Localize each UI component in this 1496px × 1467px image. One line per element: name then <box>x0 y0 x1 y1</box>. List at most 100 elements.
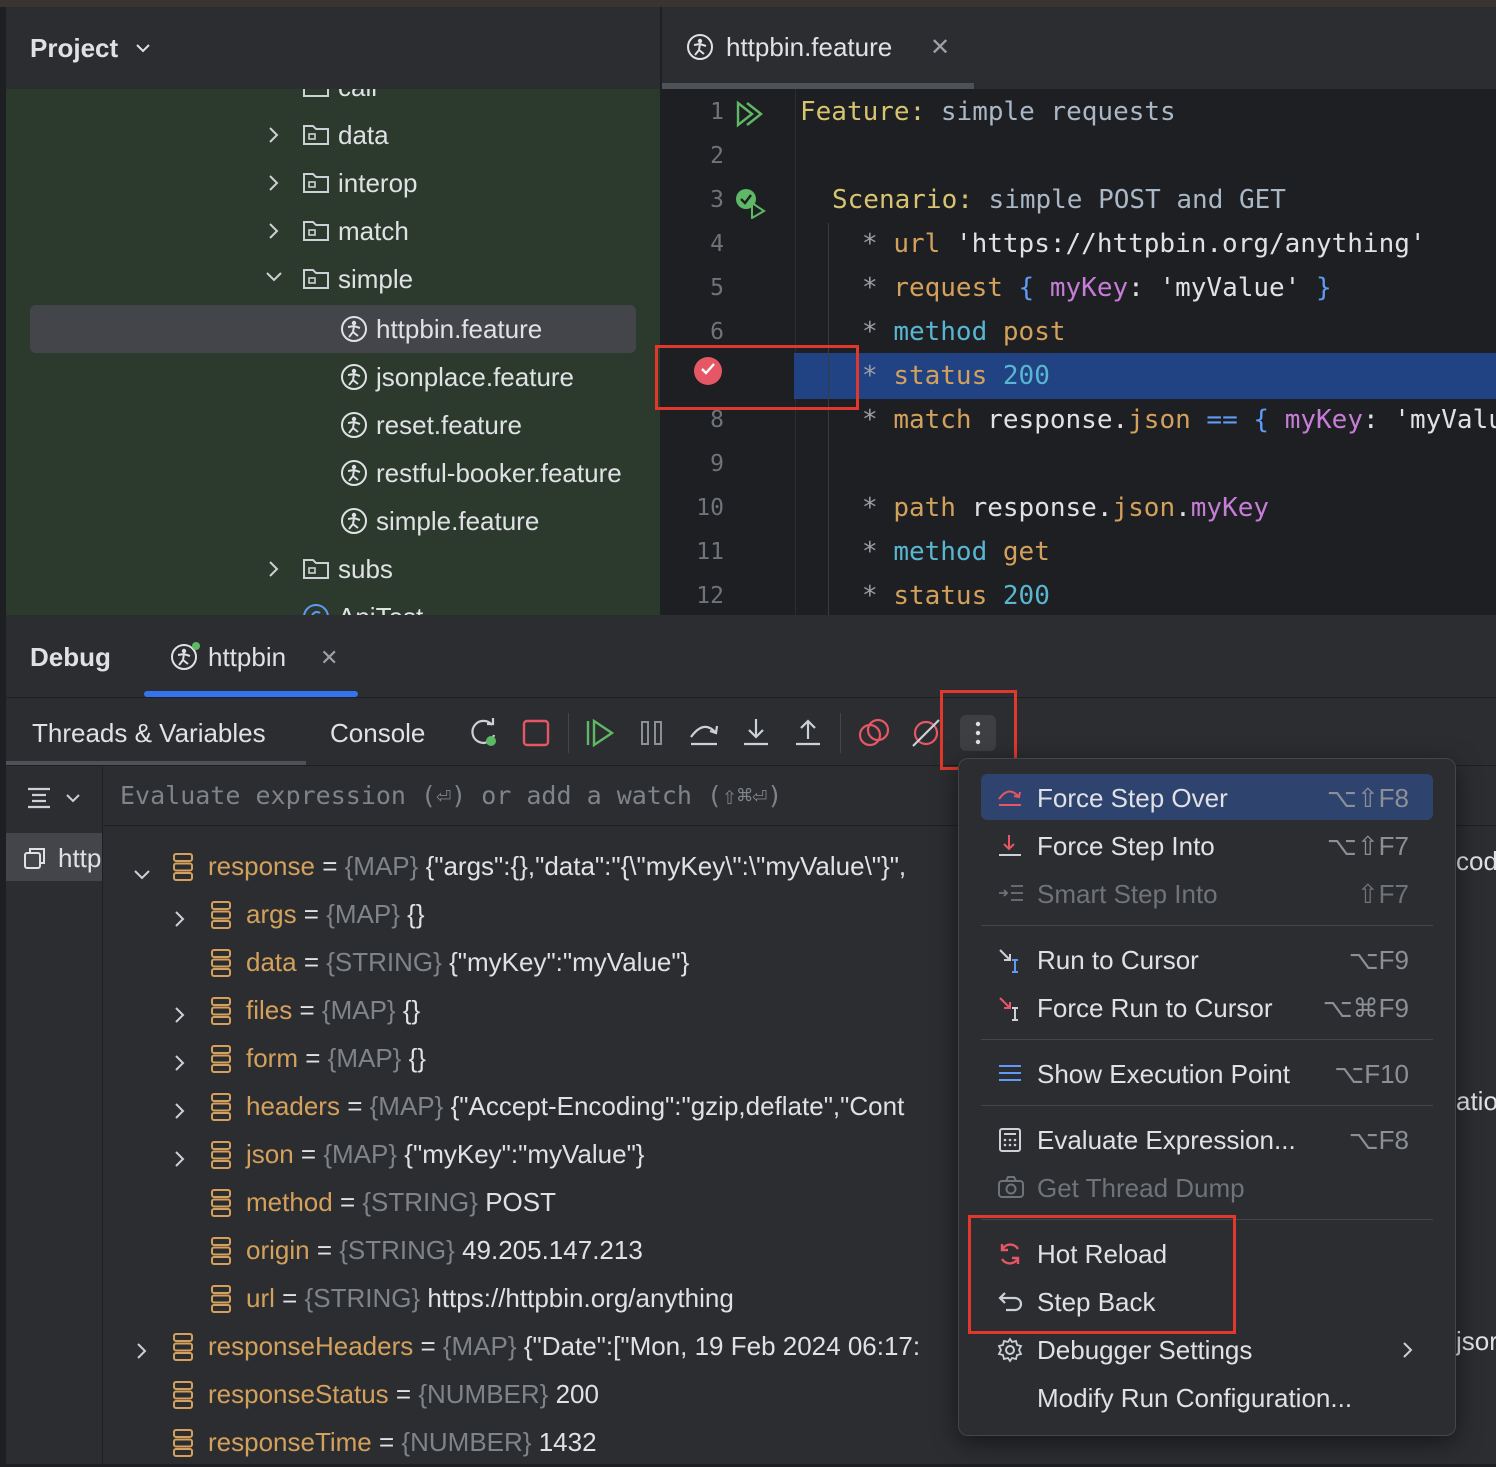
variable-row-files[interactable]: files = {MAP} {} <box>6 987 958 1035</box>
variable-row-headers[interactable]: headers = {MAP} {"Accept-Encoding":"gzip… <box>6 1083 958 1131</box>
menu-item-force-run-to-cursor[interactable]: Force Run to Cursor ⌥⌘F9 <box>981 984 1433 1030</box>
tree-item-httpbin-feature[interactable]: httpbin.feature <box>6 305 660 353</box>
debug-session-tab[interactable]: httpbin <box>208 642 286 673</box>
chevron-right-icon[interactable] <box>172 905 188 936</box>
variable-row-origin[interactable]: origin = {STRING} 49.205.147.213 <box>6 1227 958 1275</box>
operator: == <box>1206 405 1238 435</box>
menu-item-force-step-into[interactable]: Force Step Into ⌥⇧F7 <box>981 822 1433 868</box>
tree-item-subs[interactable]: subs <box>6 545 660 593</box>
identifier: response <box>987 405 1113 435</box>
editor: httpbin.feature ✕ 1 2 3 4 5 6 8 9 10 11 … <box>662 7 1496 615</box>
run-scenario-passed-icon[interactable] <box>734 187 768 219</box>
variable-name: json <box>246 1139 294 1169</box>
editor-tab-httpbin-feature[interactable]: httpbin.feature ✕ <box>662 7 974 89</box>
variable-name: args <box>246 899 297 929</box>
chevron-right-icon[interactable] <box>266 559 282 584</box>
variable-row-responseStatus[interactable]: responseStatus = {NUMBER} 200 <box>6 1371 958 1419</box>
tree-item-jsonplace-feature[interactable]: jsonplace.feature <box>6 353 660 401</box>
close-icon[interactable]: ✕ <box>320 645 338 671</box>
tree-item-simple[interactable]: simple <box>6 255 660 303</box>
menu-item-smart-step-into[interactable]: Smart Step Into ⇧F7 <box>981 870 1433 916</box>
tab-threads-variables[interactable]: Threads & Variables <box>32 718 266 749</box>
menu-item-run-to-cursor[interactable]: Run to Cursor ⌥F9 <box>981 936 1433 982</box>
tree-item-simple-feature[interactable]: simple.feature <box>6 497 660 545</box>
code-line-6[interactable]: * method post <box>862 310 1496 354</box>
editor-tab-label: httpbin.feature <box>726 32 893 62</box>
close-icon[interactable]: ✕ <box>930 33 950 62</box>
mute-breakpoints-icon[interactable] <box>908 715 944 751</box>
variable-value: 200 <box>555 1379 599 1409</box>
code-line-1[interactable]: Feature: simple requests <box>800 90 1496 134</box>
tree-item-label: ApiTest <box>338 602 423 615</box>
tree-item-label: data <box>338 120 389 150</box>
tab-console[interactable]: Console <box>330 718 425 749</box>
step-over-icon[interactable] <box>686 715 722 751</box>
view-breakpoints-icon[interactable] <box>856 715 892 751</box>
step-out-icon[interactable] <box>790 715 826 751</box>
chevron-right-icon[interactable] <box>172 1001 188 1032</box>
rerun-debug-icon[interactable] <box>466 715 502 751</box>
code-line-7[interactable]: * status 200 <box>862 354 1496 398</box>
colon: : <box>1128 273 1144 303</box>
variable-name: headers <box>246 1091 340 1121</box>
variable-row-data[interactable]: data = {STRING} {"myKey":"myValue"} <box>6 939 958 987</box>
property: json <box>1112 493 1176 523</box>
chevron-down-icon[interactable] <box>64 791 82 807</box>
chevron-right-icon[interactable] <box>266 221 282 246</box>
karate-feature-icon <box>686 33 714 61</box>
variable-value: {"myKey":"myValue"} <box>404 1139 645 1169</box>
code-line-4[interactable]: * url 'https://httpbin.org/anything' <box>862 222 1496 266</box>
variable-name: url <box>246 1283 275 1313</box>
variable-row-args[interactable]: args = {MAP} {} <box>6 891 958 939</box>
chevron-right-icon[interactable] <box>172 1145 188 1176</box>
variable-row-url[interactable]: url = {STRING} https://httpbin.org/anyth… <box>6 1275 958 1323</box>
variable-type: {NUMBER} <box>401 1427 532 1457</box>
chevron-down-icon[interactable] <box>134 39 152 57</box>
menu-item-label: Force Run to Cursor <box>1037 993 1273 1023</box>
code-line-10[interactable]: * path response.json.myKey <box>862 486 1496 530</box>
tree-item-call[interactable]: call <box>6 89 660 111</box>
menu-item-show-execution-point[interactable]: Show Execution Point ⌥F10 <box>981 1050 1433 1096</box>
menu-item-evaluate-expression[interactable]: Evaluate Expression... ⌥F8 <box>981 1116 1433 1162</box>
chevron-down-icon[interactable] <box>132 859 152 890</box>
chevron-right-icon[interactable] <box>172 1097 188 1128</box>
tree-item-reset-feature[interactable]: reset.feature <box>6 401 660 449</box>
code-line-8[interactable]: * match response.json == { myKey: 'myVal… <box>862 398 1496 442</box>
evaluate-expression-input[interactable]: Evaluate expression (⏎) or add a watch (… <box>120 781 782 810</box>
code-line-5[interactable]: * request { myKey: 'myValue' } <box>862 266 1496 310</box>
menu-item-modify-run-configuration[interactable]: Modify Run Configuration... <box>981 1374 1433 1420</box>
json-key: myKey <box>1049 273 1129 303</box>
pause-icon[interactable] <box>634 715 670 751</box>
editor-tabbar: httpbin.feature ✕ <box>662 7 1496 90</box>
karate-feature-icon <box>340 411 368 444</box>
resume-icon[interactable] <box>582 715 618 751</box>
chevron-down-icon[interactable] <box>264 269 284 290</box>
variable-row-method[interactable]: method = {STRING} POST <box>6 1179 958 1227</box>
code-line-12[interactable]: * status 200 <box>862 574 1496 615</box>
variable-row-form[interactable]: form = {MAP} {} <box>6 1035 958 1083</box>
line-number: 8 <box>710 407 724 433</box>
run-feature-icon[interactable] <box>734 99 764 129</box>
tree-item-data[interactable]: data <box>6 111 660 159</box>
chevron-right-icon[interactable] <box>134 1337 150 1368</box>
variable-row-json[interactable]: json = {MAP} {"myKey":"myValue"} <box>6 1131 958 1179</box>
project-title[interactable]: Project <box>30 33 118 64</box>
chevron-right-icon[interactable] <box>266 173 282 198</box>
chevron-right-icon[interactable] <box>266 125 282 150</box>
variable-row-responseTime[interactable]: responseTime = {NUMBER} 1432 <box>6 1419 958 1467</box>
variable-row-response[interactable]: response = {MAP} {"args":{},"data":"{\"m… <box>6 843 958 891</box>
tree-item-match[interactable]: match <box>6 207 660 255</box>
variable-row-responseHeaders[interactable]: responseHeaders = {MAP} {"Date":["Mon, 1… <box>6 1323 958 1371</box>
code-line-11[interactable]: * method get <box>862 530 1496 574</box>
code-line-3[interactable]: Scenario: simple POST and GET <box>832 178 1496 222</box>
tree-item-restful-booker-feature[interactable]: restful-booker.feature <box>6 449 660 497</box>
menu-item-force-step-over[interactable]: Force Step Over ⌥⇧F8 <box>981 774 1433 820</box>
menu-item-get-thread-dump[interactable]: Get Thread Dump <box>981 1164 1433 1210</box>
chevron-right-icon[interactable] <box>172 1049 188 1080</box>
threads-list-icon[interactable] <box>26 785 52 811</box>
tree-item-apitest[interactable]: ApiTest <box>6 593 660 615</box>
step-into-icon[interactable] <box>738 715 774 751</box>
identifier: response <box>971 493 1097 523</box>
tree-item-interop[interactable]: interop <box>6 159 660 207</box>
stop-icon[interactable] <box>518 715 554 751</box>
